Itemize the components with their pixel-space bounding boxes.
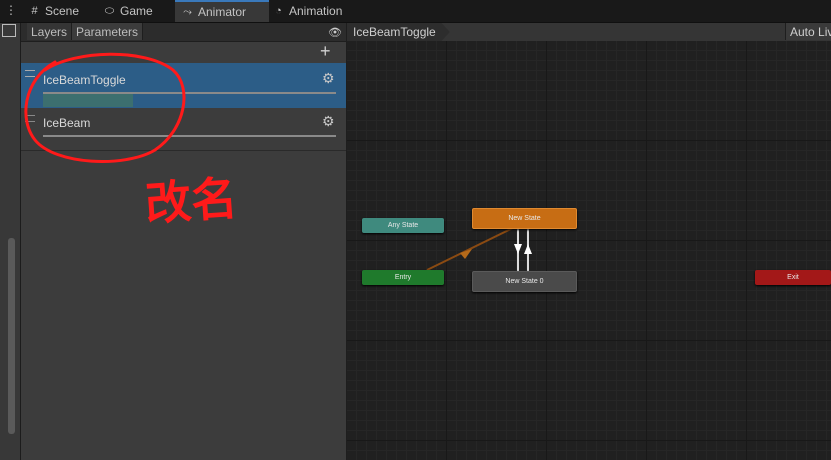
animator-icon: ⤳ bbox=[183, 5, 192, 18]
exit-label: Exit bbox=[787, 274, 799, 281]
breadcrumb-layer[interactable]: IceBeamToggle bbox=[347, 23, 450, 41]
strip-scrollbar[interactable] bbox=[8, 238, 15, 434]
tab-animator[interactable]: ⤳ Animator bbox=[175, 0, 269, 22]
tab-game-label: Game bbox=[120, 4, 153, 18]
tab-game[interactable]: ⬭ Game bbox=[103, 0, 173, 22]
transition-lines bbox=[426, 225, 532, 273]
tab-animator-label: Animator bbox=[198, 5, 247, 19]
any-state-label: Any State bbox=[387, 222, 419, 229]
toggle-panel-icon[interactable] bbox=[2, 24, 16, 37]
exit-node[interactable]: Exit bbox=[755, 270, 831, 285]
grid-icon: # bbox=[31, 5, 38, 17]
annotation-text: 改名 bbox=[143, 170, 239, 232]
tab-layers-label: Layers bbox=[31, 24, 68, 39]
tab-parameters-label: Parameters bbox=[76, 24, 139, 39]
add-parameter-button[interactable]: + bbox=[320, 41, 331, 62]
clock-icon: ◔ bbox=[275, 5, 282, 17]
gamepad-icon: ⬭ bbox=[104, 4, 115, 17]
entry-node[interactable]: Entry bbox=[362, 270, 444, 285]
gear-icon[interactable]: ⚙ bbox=[322, 113, 335, 130]
tab-layers[interactable]: Layers bbox=[27, 23, 73, 40]
auto-live-button[interactable]: Auto Liv bbox=[785, 23, 831, 40]
new-state-node[interactable]: New State bbox=[472, 208, 577, 229]
tab-scene-label: Scene bbox=[45, 4, 80, 18]
transition-arrow-down bbox=[514, 244, 522, 254]
eye-icon[interactable]: 👁 bbox=[328, 26, 342, 39]
entry-label: Entry bbox=[394, 274, 412, 281]
tab-animation-label: Animation bbox=[289, 4, 343, 18]
new-state-0-label: New State 0 bbox=[505, 278, 544, 285]
more-options-icon[interactable]: ⋮ bbox=[5, 3, 17, 17]
tab-parameters[interactable]: Parameters bbox=[72, 23, 144, 40]
gear-icon[interactable]: ⚙ bbox=[322, 70, 335, 87]
tab-animation[interactable]: ◔ Animation bbox=[272, 0, 362, 22]
tab-scene[interactable]: # Scene bbox=[22, 0, 102, 22]
breadcrumb-label: IceBeamToggle bbox=[353, 25, 436, 39]
any-state-node[interactable]: Any State bbox=[362, 218, 444, 233]
new-state-label: New State bbox=[508, 215, 541, 222]
auto-live-label: Auto Liv bbox=[790, 24, 831, 39]
annotation-circle bbox=[24, 52, 186, 163]
transition-arrow-up bbox=[524, 244, 532, 254]
new-state-0-node[interactable]: New State 0 bbox=[472, 271, 577, 292]
